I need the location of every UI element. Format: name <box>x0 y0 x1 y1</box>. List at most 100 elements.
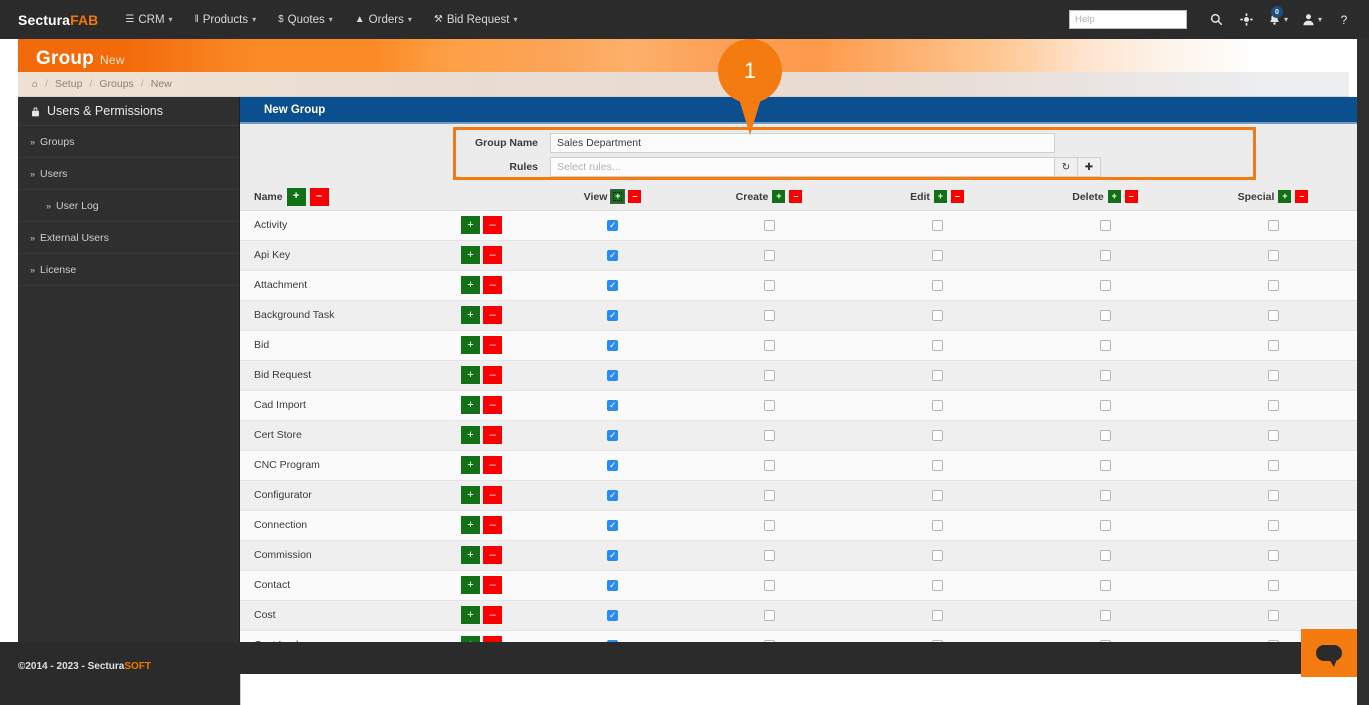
checkbox-view[interactable] <box>607 309 618 321</box>
edit-add-all-button[interactable]: + <box>933 190 947 204</box>
permission-checkbox-edit[interactable] <box>853 270 1021 301</box>
permission-checkbox-special[interactable] <box>1189 210 1357 241</box>
view-add-all-button[interactable]: + <box>611 190 625 204</box>
checkbox-edit[interactable] <box>931 249 943 261</box>
checkbox-special[interactable] <box>1267 219 1279 231</box>
row-remove-button[interactable]: – <box>483 336 502 354</box>
special-remove-all-button[interactable]: – <box>1295 190 1309 204</box>
permission-checkbox-edit[interactable] <box>853 330 1021 361</box>
permission-checkbox-view[interactable] <box>540 630 685 642</box>
checkbox-delete[interactable] <box>1099 309 1111 321</box>
nav-item-orders[interactable]: ▲ Orders ▾ <box>344 0 423 39</box>
refresh-icon[interactable]: ↻ <box>1055 157 1078 177</box>
checkbox-delete[interactable] <box>1099 429 1111 441</box>
help-search-input[interactable] <box>1069 10 1187 29</box>
checkbox-special[interactable] <box>1267 519 1279 531</box>
notifications-bell-icon[interactable]: ▾ 0 <box>1261 0 1295 39</box>
checkbox-delete[interactable] <box>1099 279 1111 291</box>
permission-checkbox-edit[interactable] <box>853 240 1021 271</box>
permission-checkbox-edit[interactable] <box>853 450 1021 481</box>
checkbox-create[interactable] <box>763 489 775 501</box>
permission-checkbox-view[interactable] <box>540 240 685 271</box>
permission-checkbox-view[interactable] <box>540 510 685 541</box>
row-add-button[interactable]: + <box>461 396 480 414</box>
permission-checkbox-special[interactable] <box>1189 390 1357 421</box>
permission-checkbox-delete[interactable] <box>1021 480 1189 511</box>
create-add-all-button[interactable]: + <box>772 190 786 204</box>
checkbox-special[interactable] <box>1267 459 1279 471</box>
permission-checkbox-delete[interactable] <box>1021 330 1189 361</box>
checkbox-view[interactable] <box>607 519 618 531</box>
permission-checkbox-special[interactable] <box>1189 240 1357 271</box>
checkbox-view[interactable] <box>607 249 618 261</box>
checkbox-delete[interactable] <box>1099 369 1111 381</box>
permission-checkbox-delete[interactable] <box>1021 240 1189 271</box>
permission-checkbox-create[interactable] <box>685 540 853 571</box>
permission-checkbox-special[interactable] <box>1189 510 1357 541</box>
checkbox-view[interactable] <box>607 369 618 381</box>
permission-checkbox-view[interactable] <box>540 390 685 421</box>
permission-checkbox-create[interactable] <box>685 360 853 391</box>
permission-checkbox-delete[interactable] <box>1021 210 1189 241</box>
permission-checkbox-view[interactable] <box>540 210 685 241</box>
permission-checkbox-view[interactable] <box>540 330 685 361</box>
permission-checkbox-view[interactable] <box>540 360 685 391</box>
permission-checkbox-edit[interactable] <box>853 630 1021 642</box>
permission-checkbox-special[interactable] <box>1189 480 1357 511</box>
special-add-all-button[interactable]: + <box>1278 190 1292 204</box>
checkbox-special[interactable] <box>1267 339 1279 351</box>
permission-checkbox-create[interactable] <box>685 630 853 642</box>
checkbox-edit[interactable] <box>931 369 943 381</box>
checkbox-create[interactable] <box>763 609 775 621</box>
permission-checkbox-special[interactable] <box>1189 570 1357 601</box>
user-account-icon[interactable]: ▾ <box>1295 0 1329 39</box>
row-remove-button[interactable]: – <box>483 456 502 474</box>
row-remove-button[interactable]: – <box>483 606 502 624</box>
checkbox-edit[interactable] <box>931 549 943 561</box>
row-add-button[interactable]: + <box>461 426 480 444</box>
row-remove-button[interactable]: – <box>483 546 502 564</box>
permission-checkbox-view[interactable] <box>540 540 685 571</box>
checkbox-view[interactable] <box>607 339 618 351</box>
checkbox-edit[interactable] <box>931 519 943 531</box>
permission-checkbox-special[interactable] <box>1189 330 1357 361</box>
permission-checkbox-delete[interactable] <box>1021 540 1189 571</box>
checkbox-special[interactable] <box>1267 609 1279 621</box>
checkbox-special[interactable] <box>1267 489 1279 501</box>
checkbox-create[interactable] <box>763 219 775 231</box>
row-remove-button[interactable]: – <box>483 366 502 384</box>
permission-checkbox-create[interactable] <box>685 270 853 301</box>
permission-checkbox-edit[interactable] <box>853 510 1021 541</box>
permission-checkbox-special[interactable] <box>1189 540 1357 571</box>
permission-checkbox-create[interactable] <box>685 450 853 481</box>
checkbox-view[interactable] <box>607 609 618 621</box>
gear-icon[interactable] <box>1231 0 1261 39</box>
permission-checkbox-special[interactable] <box>1189 360 1357 391</box>
nav-item-products[interactable]: ‖ Products ▾ <box>184 0 268 39</box>
checkbox-edit[interactable] <box>931 219 943 231</box>
checkbox-delete[interactable] <box>1099 519 1111 531</box>
sidebar-item-external-users[interactable]: » External Users <box>18 222 239 254</box>
checkbox-view[interactable] <box>607 489 618 501</box>
name-add-all-button[interactable]: + <box>286 187 306 206</box>
permission-checkbox-view[interactable] <box>540 300 685 331</box>
permission-checkbox-create[interactable] <box>685 330 853 361</box>
permission-checkbox-view[interactable] <box>540 570 685 601</box>
row-add-button[interactable]: + <box>461 246 480 264</box>
search-icon[interactable] <box>1201 0 1231 39</box>
checkbox-create[interactable] <box>763 309 775 321</box>
permission-checkbox-view[interactable] <box>540 420 685 451</box>
sidebar-item-users[interactable]: » Users <box>18 158 239 190</box>
checkbox-create[interactable] <box>763 549 775 561</box>
nav-item-crm[interactable]: ☰ CRM ▾ <box>114 0 183 39</box>
checkbox-view[interactable] <box>607 429 618 441</box>
row-remove-button[interactable]: – <box>483 216 502 234</box>
permission-checkbox-edit[interactable] <box>853 390 1021 421</box>
permission-checkbox-edit[interactable] <box>853 480 1021 511</box>
checkbox-delete[interactable] <box>1099 609 1111 621</box>
rules-input[interactable] <box>550 157 1055 177</box>
permission-checkbox-edit[interactable] <box>853 300 1021 331</box>
checkbox-create[interactable] <box>763 519 775 531</box>
checkbox-create[interactable] <box>763 369 775 381</box>
checkbox-view[interactable] <box>607 279 618 291</box>
